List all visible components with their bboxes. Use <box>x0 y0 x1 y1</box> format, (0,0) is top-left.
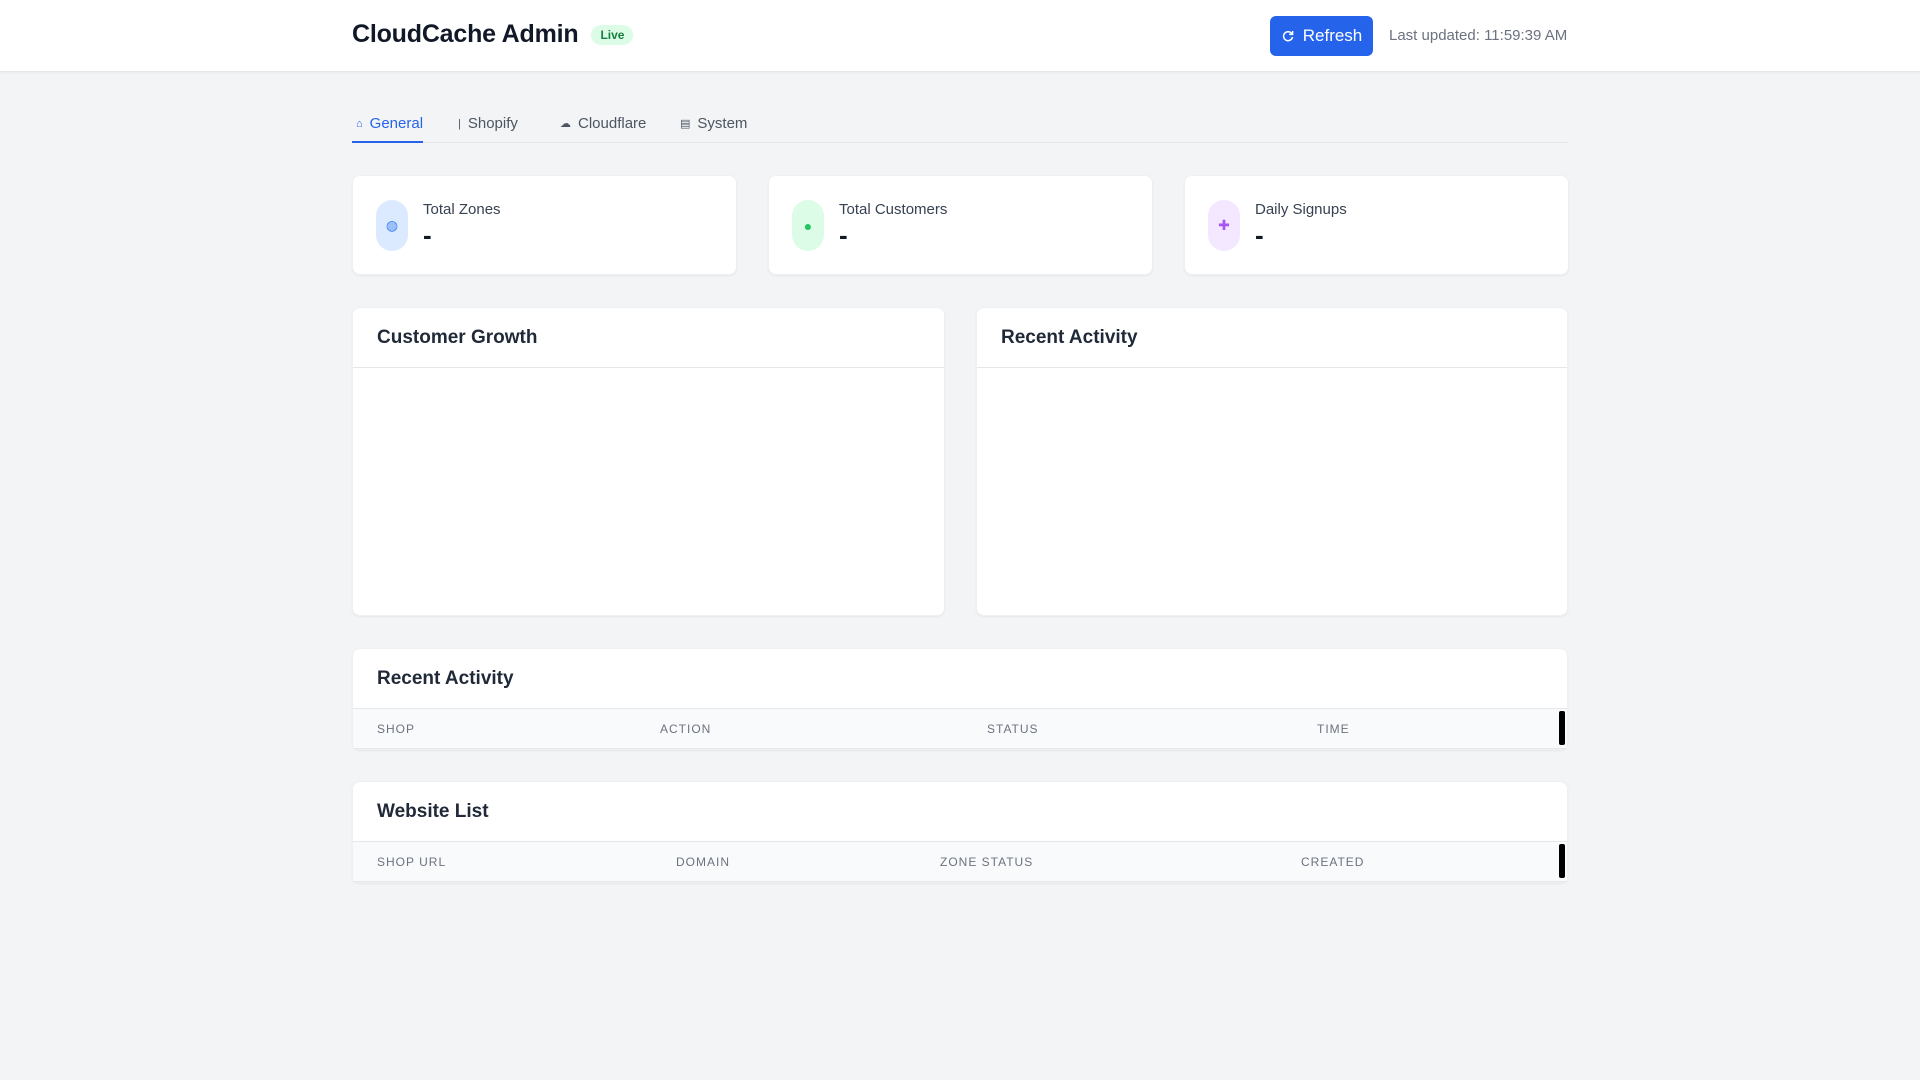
stat-value: - <box>1255 220 1264 250</box>
stat-label: Daily Signups <box>1255 201 1347 218</box>
column-header-shop: Shop <box>377 722 416 736</box>
top-bar: CloudCache Admin Live Refresh Last updat… <box>0 0 1920 72</box>
panel-title: Recent Activity <box>1001 327 1138 348</box>
stat-value: - <box>423 220 432 250</box>
tab-bar: ⌂ General | Shopify ☁ Cloudflare ▤ Syste… <box>352 108 1568 143</box>
recent-activity-table-card: Recent Activity Shop Action Status Time <box>352 648 1568 750</box>
app-title: CloudCache Admin <box>352 20 579 48</box>
brand: CloudCache Admin Live <box>352 20 634 49</box>
server-icon: ▤ <box>680 118 691 130</box>
scrollbar[interactable] <box>1559 844 1565 878</box>
tab-system[interactable]: ▤ System <box>680 108 747 143</box>
stat-card-total-customers: ● Total Customers - <box>768 175 1153 275</box>
tab-label: System <box>697 115 748 132</box>
tab-general[interactable]: ⌂ General <box>352 108 423 143</box>
scrollbar[interactable] <box>1559 711 1565 745</box>
shopify-icon: | <box>458 118 461 130</box>
table-header: Shop URL Domain Zone Status Created <box>353 841 1567 882</box>
panel-title: Customer Growth <box>377 327 538 348</box>
refresh-button[interactable]: Refresh <box>1270 16 1373 56</box>
website-list-table-card: Website List Shop URL Domain Zone Status… <box>352 781 1568 883</box>
globe-icon: ◍ <box>376 200 408 251</box>
user-plus-icon: ✚ <box>1208 200 1240 251</box>
recent-activity-panel: Recent Activity <box>976 307 1568 616</box>
stat-value: - <box>839 220 848 250</box>
table-header: Shop Action Status Time <box>353 708 1567 749</box>
table-title: Website List <box>377 801 489 822</box>
column-header-time: Time <box>1317 722 1350 736</box>
refresh-icon <box>1281 29 1295 43</box>
stat-label: Total Customers <box>839 201 948 218</box>
column-header-action: Action <box>660 722 712 736</box>
stat-card-total-zones: ◍ Total Zones - <box>352 175 737 275</box>
table-title: Recent Activity <box>377 668 514 689</box>
growth-chart-area <box>353 368 944 615</box>
column-header-created: Created <box>1301 855 1365 869</box>
column-header-domain: Domain <box>676 855 730 869</box>
column-header-status: Status <box>987 722 1039 736</box>
tab-shopify[interactable]: | Shopify <box>458 108 518 143</box>
home-icon: ⌂ <box>356 118 363 130</box>
stat-card-daily-signups: ✚ Daily Signups - <box>1184 175 1569 275</box>
refresh-label: Refresh <box>1302 26 1363 45</box>
tab-cloudflare[interactable]: ☁ Cloudflare <box>560 108 646 143</box>
last-updated-text: Last updated: 11:59:39 AM <box>1389 27 1568 44</box>
customer-growth-panel: Customer Growth <box>352 307 945 616</box>
live-badge: Live <box>591 24 634 45</box>
cloud-icon: ☁ <box>560 118 571 130</box>
users-icon: ● <box>792 200 824 251</box>
stat-label: Total Zones <box>423 201 501 218</box>
tab-label: Shopify <box>467 115 518 132</box>
activity-feed-area <box>977 368 1567 615</box>
column-header-shop-url: Shop URL <box>377 855 447 869</box>
tab-label: Cloudflare <box>578 115 647 132</box>
column-header-zone-status: Zone Status <box>940 855 1034 869</box>
tab-label: General <box>369 115 424 132</box>
